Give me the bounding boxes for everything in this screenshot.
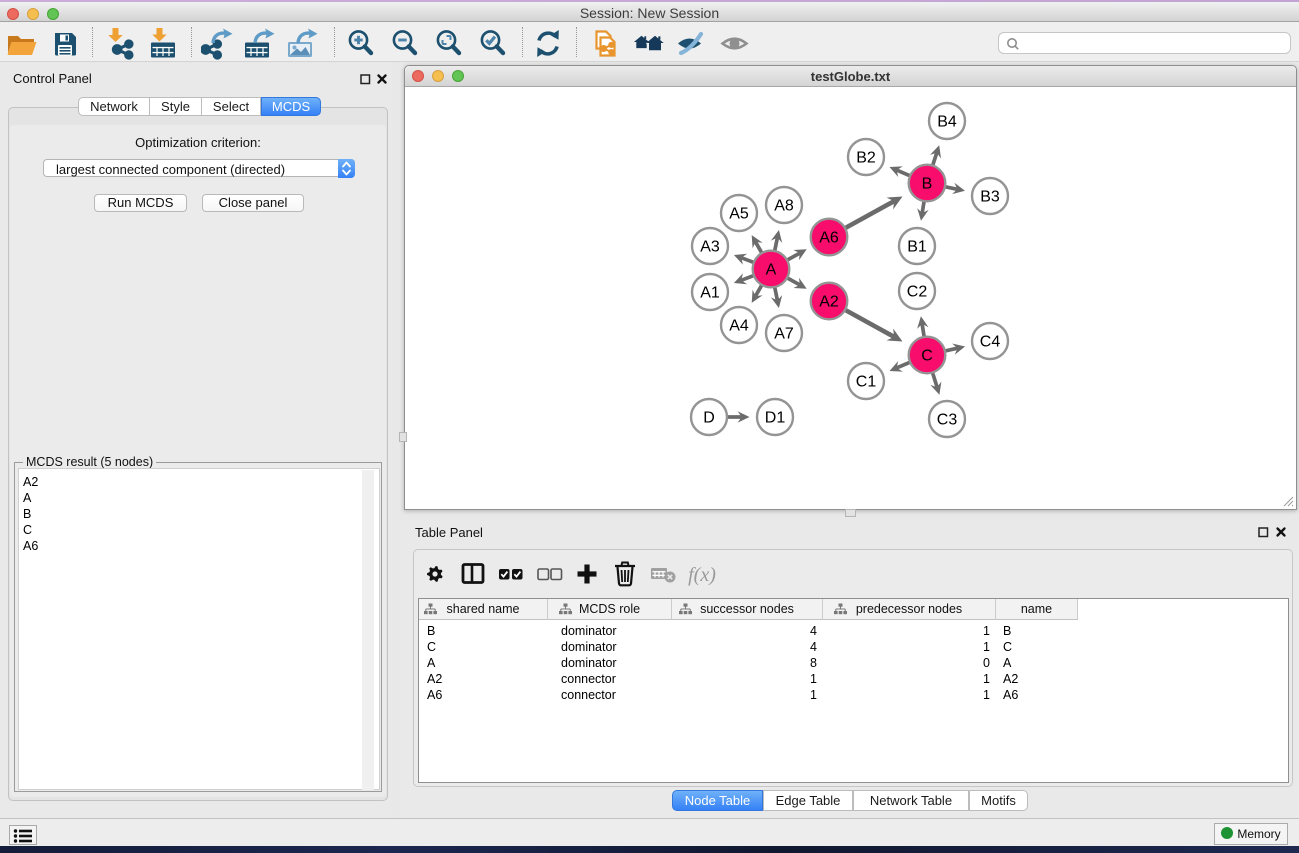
svg-text:C1: C1	[856, 374, 877, 391]
svg-text:A4: A4	[729, 318, 749, 335]
svg-text:B4: B4	[937, 114, 957, 131]
svg-text:A2: A2	[819, 294, 839, 311]
svg-text:B1: B1	[907, 239, 927, 256]
svg-text:A3: A3	[700, 239, 720, 256]
svg-text:A5: A5	[729, 206, 749, 223]
svg-text:B: B	[922, 176, 933, 193]
svg-text:A1: A1	[700, 285, 720, 302]
svg-text:A7: A7	[774, 326, 794, 343]
svg-text:C2: C2	[907, 284, 928, 301]
svg-text:C: C	[921, 348, 933, 365]
svg-text:C3: C3	[937, 412, 958, 429]
svg-text:C4: C4	[980, 334, 1001, 351]
svg-text:B2: B2	[856, 150, 876, 167]
svg-text:D: D	[703, 410, 715, 427]
svg-text:B3: B3	[980, 189, 1000, 206]
svg-text:f(x): f(x)	[688, 564, 716, 586]
svg-text:A: A	[766, 262, 777, 279]
svg-text:D1: D1	[765, 410, 786, 427]
svg-text:A8: A8	[774, 198, 794, 215]
svg-text:A6: A6	[819, 230, 839, 247]
